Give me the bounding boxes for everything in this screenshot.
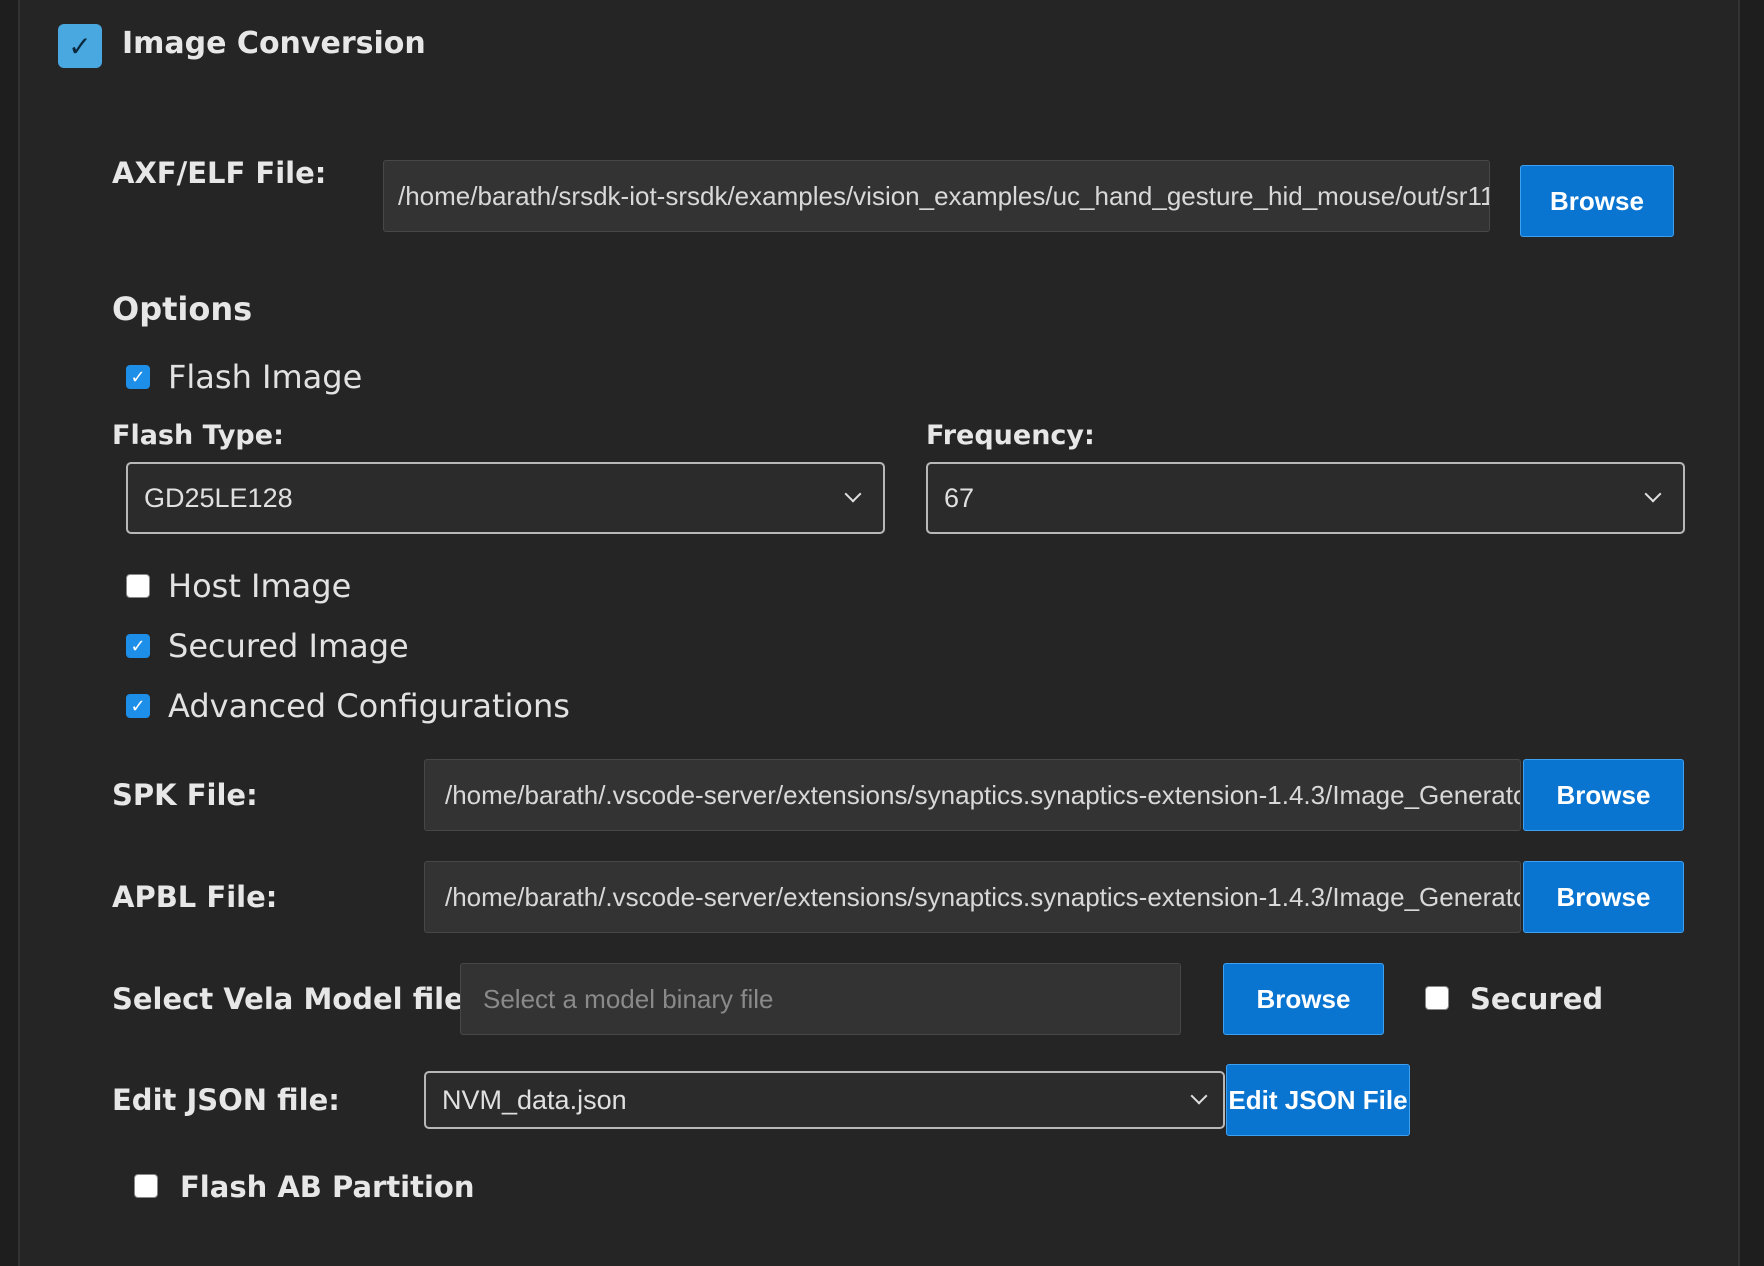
flash-type-select[interactable]: GD25LE128	[126, 462, 885, 534]
section-title: Image Conversion	[122, 26, 426, 61]
secured-image-label: Secured Image	[168, 627, 409, 665]
axf-browse-button[interactable]: Browse	[1520, 165, 1674, 237]
chevron-down-icon	[1644, 485, 1662, 503]
vela-browse-button[interactable]: Browse	[1223, 963, 1384, 1035]
flash-ab-partition-checkbox[interactable]	[134, 1174, 158, 1198]
chevron-down-icon	[844, 485, 862, 503]
edit-json-label: Edit JSON file:	[112, 1083, 340, 1117]
flash-type-value: GD25LE128	[144, 482, 293, 513]
checkmark-icon: ✓	[130, 695, 146, 717]
flash-image-label: Flash Image	[168, 358, 363, 396]
spk-browse-button[interactable]: Browse	[1523, 759, 1684, 831]
vela-secured-checkbox[interactable]	[1425, 986, 1449, 1010]
secured-image-checkbox[interactable]: ✓	[126, 634, 150, 658]
options-heading: Options	[112, 290, 253, 328]
flash-type-label: Flash Type:	[112, 420, 284, 451]
vela-model-input[interactable]: Select a model binary file	[460, 963, 1181, 1035]
json-file-select[interactable]: NVM_data.json	[424, 1071, 1225, 1129]
checkmark-icon: ✓	[130, 635, 146, 657]
host-image-checkbox[interactable]	[126, 574, 150, 598]
advanced-configurations-label: Advanced Configurations	[168, 687, 570, 725]
host-image-label: Host Image	[168, 567, 352, 605]
vela-secured-label: Secured	[1470, 982, 1604, 1016]
image-conversion-panel: ✓ Image Conversion AXF/ELF File: /home/b…	[18, 0, 1740, 1266]
axf-file-label: AXF/ELF File:	[112, 156, 327, 190]
advanced-configurations-checkbox[interactable]: ✓	[126, 694, 150, 718]
apbl-browse-button[interactable]: Browse	[1523, 861, 1684, 933]
image-conversion-checkbox[interactable]: ✓	[58, 24, 102, 68]
frequency-value: 67	[944, 482, 975, 513]
spk-file-input[interactable]: /home/barath/.vscode-server/extensions/s…	[424, 759, 1521, 831]
frequency-select[interactable]: 67	[926, 462, 1685, 534]
checkmark-icon: ✓	[68, 29, 92, 63]
apbl-file-label: APBL File:	[112, 880, 278, 914]
apbl-file-input[interactable]: /home/barath/.vscode-server/extensions/s…	[424, 861, 1521, 933]
vela-model-label: Select Vela Model file:	[112, 982, 476, 1016]
spk-file-label: SPK File:	[112, 778, 258, 812]
flash-ab-partition-label: Flash AB Partition	[180, 1170, 475, 1204]
edit-json-file-button[interactable]: Edit JSON File	[1226, 1064, 1410, 1136]
json-file-value: NVM_data.json	[442, 1084, 627, 1115]
axf-file-input[interactable]: /home/barath/srsdk-iot-srsdk/examples/vi…	[383, 160, 1490, 232]
checkmark-icon: ✓	[130, 366, 146, 388]
frequency-label: Frequency:	[926, 420, 1095, 451]
chevron-down-icon	[1190, 1087, 1208, 1105]
flash-image-checkbox[interactable]: ✓	[126, 365, 150, 389]
